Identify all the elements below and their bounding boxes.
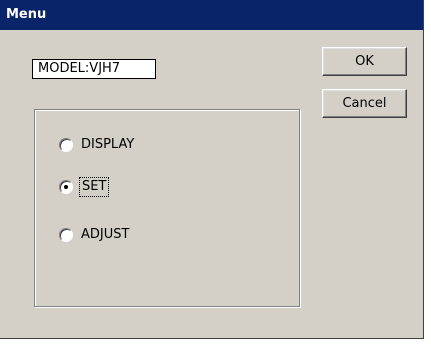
cancel-button[interactable]: Cancel (322, 89, 407, 118)
window-title: Menu (6, 7, 47, 22)
radio-set-label[interactable]: SET (78, 177, 110, 197)
radio-adjust-label[interactable]: ADJUST (81, 227, 129, 243)
menu-dialog: Menu MODEL:VJH7 OK Cancel DISPLAY SET AD… (0, 0, 424, 339)
radio-display[interactable]: DISPLAY (59, 136, 134, 154)
radio-button-icon[interactable] (59, 228, 73, 242)
radio-set[interactable]: SET (59, 177, 110, 197)
radio-display-label[interactable]: DISPLAY (81, 137, 134, 153)
model-label: MODEL:VJH7 (38, 61, 121, 76)
radio-button-selected-icon[interactable] (59, 180, 73, 194)
model-field: MODEL:VJH7 (32, 59, 156, 79)
radio-button-icon[interactable] (59, 138, 73, 152)
radio-dot-icon (64, 185, 68, 189)
title-bar[interactable]: Menu (0, 0, 423, 30)
radio-adjust[interactable]: ADJUST (59, 226, 129, 244)
ok-button[interactable]: OK (322, 47, 407, 76)
